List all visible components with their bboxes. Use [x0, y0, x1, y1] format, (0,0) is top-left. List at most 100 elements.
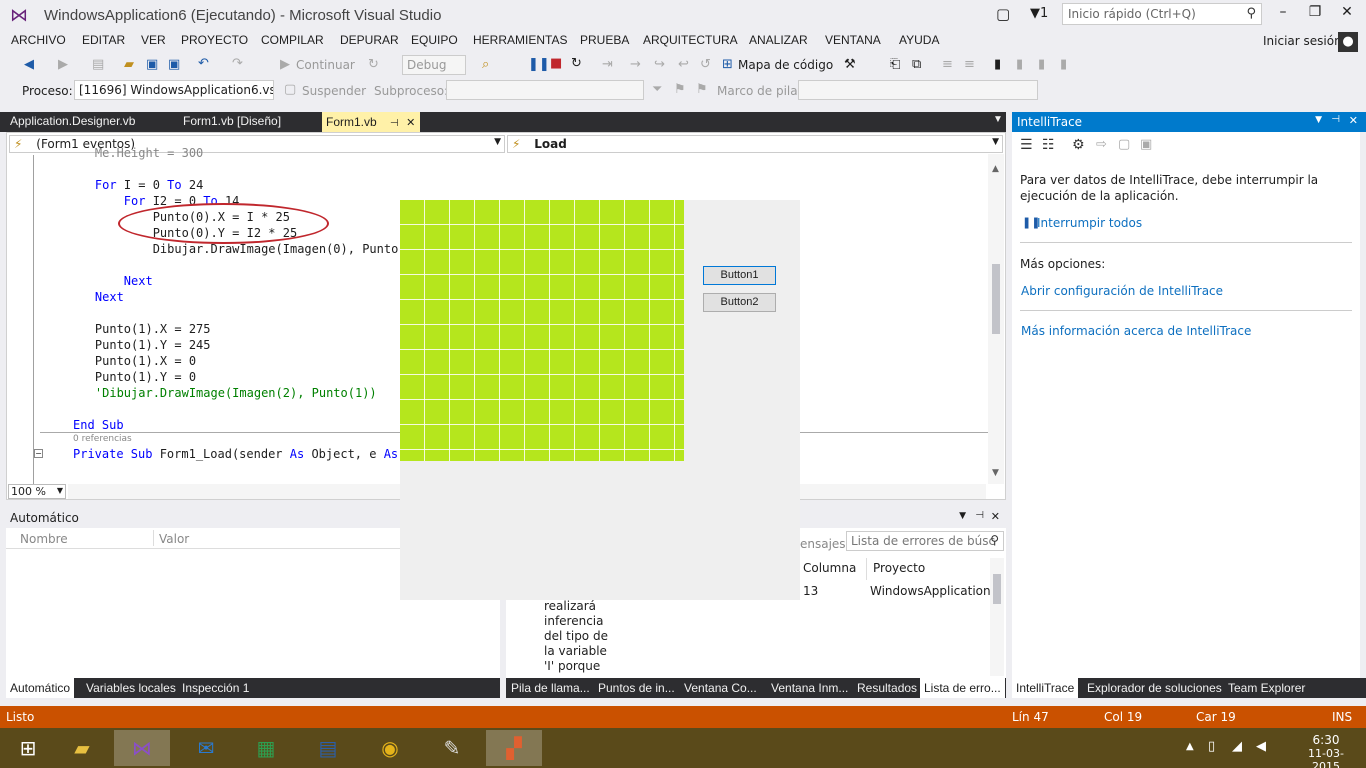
redo-icon[interactable]: ↷ — [232, 56, 243, 71]
code-map-button[interactable]: Mapa de código — [738, 58, 833, 72]
menu-analizar[interactable]: ANALIZAR — [749, 33, 808, 47]
show-next-statement-icon[interactable]: ⇥ — [602, 57, 613, 72]
user-account-icon[interactable]: ● — [1338, 32, 1358, 52]
thread-select[interactable] — [446, 80, 644, 100]
next-bookmark-icon[interactable]: ▮ — [1038, 57, 1045, 72]
outlook-icon[interactable]: ✉ — [178, 730, 234, 766]
feedback-icon[interactable]: ▢ — [996, 5, 1010, 23]
hex-display-icon[interactable]: ⎗ — [890, 57, 900, 72]
bookmark-icon[interactable]: ▮ — [994, 57, 1001, 72]
tab-watch1[interactable]: Inspección 1 — [182, 681, 249, 695]
menu-compilar[interactable]: COMPILAR — [261, 33, 324, 47]
tab-output[interactable]: Resultados — [857, 681, 917, 695]
error-search-input[interactable]: Lista de errores de búsc ⚲ — [846, 531, 1004, 551]
continue-button[interactable]: Continuar — [296, 58, 355, 72]
chrome-icon[interactable]: ◉ — [362, 730, 418, 766]
tab-intellitrace[interactable]: IntelliTrace — [1012, 678, 1079, 698]
references-codelens[interactable]: 0 referencias — [73, 434, 132, 444]
step-over-icon[interactable]: ↪ — [654, 57, 665, 72]
close-panel-icon[interactable]: ✕ — [991, 510, 1000, 523]
prev-bookmark-icon[interactable]: ▮ — [1016, 57, 1023, 72]
quick-launch-input[interactable]: Inicio rápido (Ctrl+Q) ⚲ — [1062, 3, 1262, 25]
col-name-header[interactable]: Nombre — [20, 532, 68, 546]
pin-icon[interactable]: ⊣ — [390, 118, 399, 129]
member-nav-select[interactable]: ⚡ Load ▼ — [507, 135, 1003, 153]
start-windows-icon[interactable]: ⊞ — [0, 730, 56, 766]
clear-bookmarks-icon[interactable]: ▮ — [1060, 57, 1067, 72]
collapse-icon[interactable]: − — [34, 449, 43, 458]
tab-locals[interactable]: Variables locales — [86, 681, 176, 695]
button1[interactable]: Button1 — [703, 266, 776, 285]
close-button[interactable]: ✕ — [1332, 4, 1362, 26]
break-all-link[interactable]: Interrumpir todos — [1037, 216, 1142, 230]
tab-overflow-icon[interactable]: ▼ — [993, 114, 1003, 125]
tab-autos[interactable]: Automático — [6, 678, 75, 698]
new-project-icon[interactable]: ▤ — [92, 57, 104, 72]
zoom-select[interactable]: 100 % ▼ — [8, 484, 66, 499]
maximize-button[interactable]: ❐ — [1300, 4, 1330, 26]
scrollbar-thumb[interactable] — [993, 574, 1001, 604]
menu-ver[interactable]: VER — [141, 33, 166, 47]
panel-menu-icon[interactable]: ▼ — [959, 511, 966, 521]
menu-ayuda[interactable]: AYUDA — [899, 33, 939, 47]
tab-immediate-window[interactable]: Ventana Inm... — [771, 681, 848, 695]
find-icon[interactable]: ⌕ — [482, 57, 489, 72]
menu-archivo[interactable]: ARCHIVO — [11, 33, 66, 47]
step-into-icon[interactable]: → — [630, 57, 641, 72]
scrollbar-thumb[interactable] — [992, 264, 1000, 334]
tab-solution-explorer[interactable]: Explorador de soluciones — [1087, 681, 1222, 695]
calls-view-icon[interactable]: ☷ — [1042, 137, 1055, 153]
tab-team-explorer[interactable]: Team Explorer — [1228, 681, 1305, 695]
filter-icon[interactable]: ⏷ — [652, 82, 662, 97]
forward-icon[interactable]: ▶ — [58, 57, 68, 72]
stack-frame-select[interactable] — [798, 80, 1038, 100]
open-log-icon[interactable]: ▢ — [1118, 137, 1130, 152]
file-explorer-icon[interactable]: ▰ — [54, 730, 110, 766]
tab-command-window[interactable]: Ventana Co... — [684, 681, 757, 695]
threads-icon[interactable]: ⧉ — [912, 57, 921, 72]
sign-in-link[interactable]: Iniciar sesión — [1263, 34, 1342, 48]
tools-icon[interactable]: ⚒ — [844, 57, 856, 72]
col-column-header[interactable]: Columna — [803, 561, 856, 575]
settings-gear-icon[interactable]: ⚙ — [1072, 137, 1085, 153]
menu-herramientas[interactable]: HERRAMIENTAS — [473, 33, 567, 47]
open-file-icon[interactable]: ▰ — [124, 57, 134, 72]
menu-depurar[interactable]: DEPURAR — [340, 33, 399, 47]
col-project-header[interactable]: Proyecto — [873, 561, 925, 575]
editor-vertical-scrollbar[interactable]: ▲ ▼ — [988, 154, 1004, 484]
pin-icon[interactable]: ⊣ — [1331, 114, 1340, 125]
step-back-icon[interactable]: ↺ — [700, 57, 711, 72]
refresh-icon[interactable]: ↻ — [368, 57, 379, 72]
running-app-icon[interactable]: ▞ — [486, 730, 542, 766]
scroll-down-icon[interactable]: ▼ — [992, 468, 999, 478]
comment-icon[interactable]: ≡ — [942, 57, 953, 72]
error-list-scrollbar[interactable] — [990, 558, 1004, 676]
paint-icon[interactable]: ✎ — [424, 730, 480, 766]
step-out-icon[interactable]: ↩ — [678, 57, 689, 72]
close-panel-icon[interactable]: ✕ — [1349, 114, 1358, 127]
menu-proyecto[interactable]: PROYECTO — [181, 33, 248, 47]
save-all-icon[interactable]: ▣ — [168, 57, 180, 72]
notification-flag-icon[interactable]: ▼1 — [1030, 6, 1048, 21]
more-info-link[interactable]: Más información acerca de IntelliTrace — [1021, 324, 1251, 338]
save-icon[interactable]: ▣ — [146, 57, 158, 72]
open-config-link[interactable]: Abrir configuración de IntelliTrace — [1021, 284, 1223, 298]
back-icon[interactable]: ◀ — [24, 57, 34, 72]
restart-icon[interactable]: ↻ — [571, 56, 582, 71]
show-flagged-icon[interactable]: ⚑ — [696, 82, 708, 97]
minimize-button[interactable]: – — [1268, 4, 1298, 26]
tab-call-stack[interactable]: Pila de llama... — [511, 681, 590, 695]
process-select[interactable]: [11696] WindowsApplication6.vshc — [74, 80, 274, 100]
tab-error-list[interactable]: Lista de erro... — [920, 678, 1005, 698]
save-log-icon[interactable]: ▣ — [1140, 137, 1152, 152]
word-icon[interactable]: ▤ — [300, 730, 356, 766]
solution-config-select[interactable]: Debug — [402, 55, 466, 75]
battery-icon[interactable]: ▯ — [1208, 739, 1215, 754]
messages-filter-partial[interactable]: ensajes — [800, 537, 846, 551]
visual-studio-icon[interactable]: ⋈ — [114, 730, 170, 766]
stop-icon[interactable]: ■ — [550, 56, 562, 71]
flag-threads-icon[interactable]: ⚑ — [674, 82, 686, 97]
scroll-up-icon[interactable]: ▲ — [992, 164, 999, 174]
excel-icon[interactable]: ▦ — [238, 730, 294, 766]
show-hidden-icons-icon[interactable]: ▲ — [1186, 741, 1194, 752]
